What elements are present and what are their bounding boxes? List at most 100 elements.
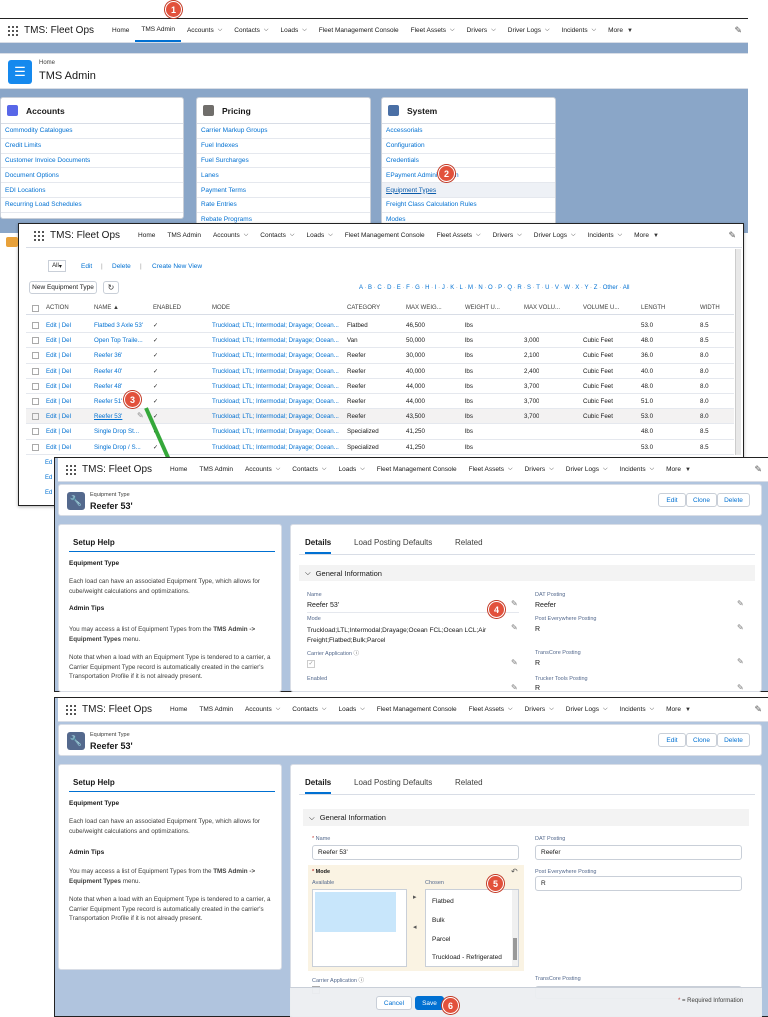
nav-accounts[interactable]: Accounts ⌵ [207, 224, 254, 247]
clone-button[interactable]: Clone [686, 733, 717, 747]
nav-fleet-console[interactable]: Fleet Management Console [371, 698, 463, 721]
row-action-links[interactable]: Edit | Del [46, 413, 71, 420]
view-select[interactable]: All ▾ [48, 260, 66, 272]
system-item[interactable]: Configuration [382, 139, 555, 154]
move-right-icon[interactable]: ▸ [413, 893, 417, 901]
create-view-link[interactable]: Create New View [152, 263, 202, 270]
row-checkbox[interactable] [32, 322, 39, 329]
nav-loads[interactable]: Loads ⌵ [332, 458, 370, 481]
clone-button[interactable]: Clone [686, 493, 717, 507]
move-left-icon[interactable]: ◂ [413, 923, 417, 931]
row-checkbox[interactable] [32, 428, 39, 436]
app-launcher-icon[interactable] [66, 464, 76, 475]
nav-more[interactable]: More ▼ [628, 224, 665, 247]
tab-load-posting[interactable]: Load Posting Defaults [354, 538, 432, 547]
row-checkbox[interactable] [32, 443, 39, 451]
edit-nav-pencil-icon[interactable]: ✎ [754, 464, 762, 475]
edit-pencil-icon[interactable]: ✎ [737, 623, 744, 632]
section-header[interactable]: ⌵ General Information [303, 809, 749, 826]
refresh-button[interactable]: ↻ [103, 281, 119, 294]
nav-fleet-assets[interactable]: Fleet Assets ⌵ [405, 19, 461, 42]
edit-nav-pencil-icon[interactable]: ✎ [754, 704, 762, 715]
nav-driver-logs[interactable]: Driver Logs ⌵ [560, 458, 614, 481]
edit-pencil-icon[interactable]: ✎ [737, 683, 744, 692]
edit-pencil-icon[interactable]: ✎ [511, 623, 518, 632]
stub-edit-link[interactable]: Ed [45, 475, 52, 481]
new-equipment-type-button[interactable]: New Equipment Type [29, 281, 97, 294]
breadcrumb[interactable]: Home [39, 60, 55, 66]
list-scrollbar[interactable] [735, 249, 741, 455]
row-checkbox[interactable] [32, 382, 39, 390]
pricing-item[interactable]: Carrier Markup Groups [197, 124, 370, 139]
cancel-button[interactable]: Cancel [376, 996, 412, 1010]
nav-fleet-assets[interactable]: Fleet Assets ⌵ [463, 458, 519, 481]
alpha-filter-link[interactable]: All [623, 285, 630, 291]
cell-name[interactable]: Reefer 48' [94, 383, 148, 390]
edit-nav-pencil-icon[interactable]: ✎ [734, 25, 742, 36]
nav-driver-logs[interactable]: Driver Logs ⌵ [502, 19, 556, 42]
row-action-links[interactable]: Edit | Del [46, 322, 71, 329]
table-row[interactable]: Edit | Del Reefer 40' ✓ Truckload; LTL; Int… [26, 364, 734, 379]
nav-fleet-console[interactable]: Fleet Management Console [371, 458, 463, 481]
nav-more[interactable]: More ▼ [602, 19, 639, 42]
edit-button[interactable]: Edit [658, 733, 686, 747]
accounts-item[interactable]: Commodity Catalogues [1, 124, 183, 139]
nav-accounts[interactable]: Accounts ⌵ [239, 458, 286, 481]
system-item[interactable]: Accessorials [382, 124, 555, 139]
nav-drivers[interactable]: Drivers ⌵ [487, 224, 528, 247]
row-action-links[interactable]: Edit | Del [46, 337, 71, 344]
cell-name[interactable]: Reefer 40' [94, 368, 148, 375]
nav-contacts[interactable]: Contacts ⌵ [286, 698, 332, 721]
row-checkbox[interactable] [32, 398, 39, 405]
nav-more[interactable]: More ▼ [660, 698, 697, 721]
accounts-item[interactable]: EDI Locations [1, 183, 183, 198]
tab-related[interactable]: Related [455, 538, 483, 547]
row-action-links[interactable]: Edit | Del [46, 383, 71, 390]
nav-driver-logs[interactable]: Driver Logs ⌵ [528, 224, 582, 247]
select-all-checkbox[interactable] [32, 305, 39, 312]
nav-loads[interactable]: Loads ⌵ [300, 224, 338, 247]
available-listbox[interactable] [312, 889, 407, 967]
row-checkbox[interactable] [32, 337, 39, 345]
nav-incidents[interactable]: Incidents ⌵ [582, 224, 629, 247]
pricing-item[interactable]: Fuel Surcharges [197, 154, 370, 169]
chosen-option[interactable]: Truckload - Refrigerated [432, 954, 502, 961]
edit-pencil-icon[interactable]: ✎ [511, 683, 518, 692]
col-header[interactable]: NAME ▲ [94, 305, 119, 311]
stub-edit-link[interactable]: Ed [45, 460, 52, 466]
edit-button[interactable]: Edit [658, 493, 686, 507]
accounts-item[interactable]: Credit Limits [1, 139, 183, 154]
edit-pencil-icon[interactable]: ✎ [511, 599, 518, 608]
row-checkbox[interactable] [32, 413, 39, 421]
nav-tms-admin[interactable]: TMS Admin [135, 19, 181, 42]
pricing-item[interactable]: Rate Entries [197, 198, 370, 213]
nav-contacts[interactable]: Contacts ⌵ [254, 224, 300, 247]
nav-fleet-console[interactable]: Fleet Management Console [339, 224, 431, 247]
edit-nav-pencil-icon[interactable]: ✎ [728, 230, 736, 241]
app-launcher-icon[interactable] [34, 230, 44, 241]
nav-tms-admin[interactable]: TMS Admin [193, 698, 239, 721]
pep-input[interactable]: R [535, 876, 742, 891]
chosen-scrollbar-thumb[interactable] [513, 938, 517, 960]
section-header[interactable]: ⌵ General Information [299, 565, 755, 581]
tab-details[interactable]: Details [305, 778, 332, 794]
cell-name[interactable]: Reefer 36' [94, 352, 148, 359]
chosen-scrollbar[interactable] [512, 890, 518, 966]
accounts-item[interactable]: Recurring Load Schedules [1, 198, 183, 213]
row-action-links[interactable]: Edit | Del [46, 352, 71, 359]
cell-name[interactable]: Open Top Traile... [94, 337, 148, 344]
app-launcher-icon[interactable] [8, 25, 18, 36]
row-checkbox[interactable] [32, 352, 39, 360]
nav-fleet-assets[interactable]: Fleet Assets ⌵ [431, 224, 487, 247]
pricing-item[interactable]: Payment Terms [197, 183, 370, 198]
pricing-item[interactable]: Fuel Indexes [197, 139, 370, 154]
nav-contacts[interactable]: Contacts ⌵ [228, 19, 274, 42]
system-item-equipment-types[interactable]: Equipment Types [382, 183, 555, 198]
nav-home[interactable]: Home [132, 224, 161, 247]
nav-tms-admin[interactable]: TMS Admin [193, 458, 239, 481]
edit-view-link[interactable]: Edit [81, 263, 92, 270]
system-item[interactable]: EPayment Administration [382, 168, 555, 184]
name-input[interactable]: Reefer 53' [312, 845, 519, 860]
tab-related[interactable]: Related [455, 778, 483, 787]
nav-home[interactable]: Home [164, 458, 193, 481]
